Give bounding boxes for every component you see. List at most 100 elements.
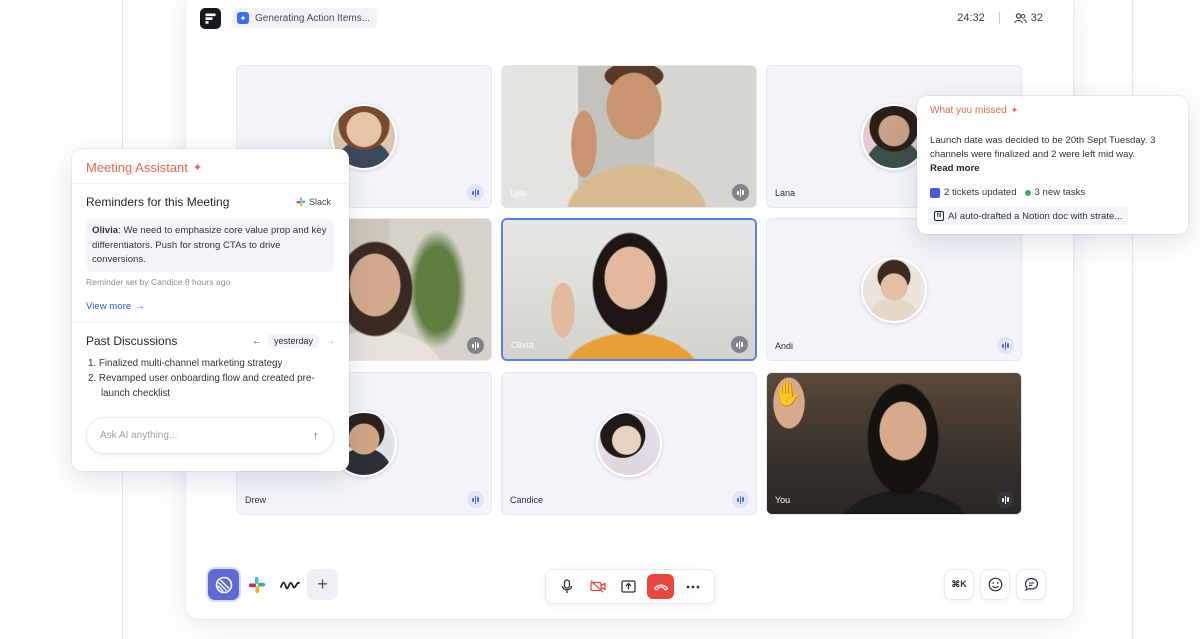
- smiley-icon: [988, 577, 1002, 592]
- mic-activity-icon: [732, 491, 749, 508]
- reminder-author: Olivia: [92, 225, 119, 236]
- linear-icon: [215, 576, 232, 593]
- participants-icon: [1014, 12, 1027, 23]
- more-options-button[interactable]: [680, 574, 705, 599]
- add-integration-button[interactable]: +: [307, 569, 338, 600]
- missed-stats: 2 tickets updated 3 new tasks: [930, 187, 1085, 198]
- waveform-icon: [279, 581, 300, 589]
- sparkle-icon: ✦: [1010, 105, 1019, 115]
- chat-button[interactable]: [1016, 569, 1046, 600]
- period-switcher: ← yesterday →: [252, 334, 335, 348]
- notion-label: AI auto-drafted a Notion doc with strate…: [948, 210, 1123, 222]
- linear-app-button[interactable]: [208, 569, 239, 600]
- missed-title-label: What you missed: [930, 105, 1007, 116]
- slack-icon: [248, 576, 265, 593]
- list-item: 1. Finalized multi-channel marketing str…: [88, 358, 283, 369]
- tickets-stat[interactable]: 2 tickets updated: [930, 187, 1017, 198]
- meeting-topbar: ✦ Generating Action Items... 24:32 32: [200, 7, 1043, 29]
- past-discussions-title: Past Discussions: [86, 334, 178, 348]
- video-feed: [502, 66, 756, 207]
- logo-icon: [205, 13, 216, 24]
- arrow-right-icon: →: [135, 301, 145, 312]
- mic-activity-icon: [732, 184, 749, 201]
- reminder-text: : We need to emphasize core value prop a…: [92, 225, 327, 265]
- participant-tile[interactable]: Andi: [766, 218, 1022, 361]
- participant-tile-active-speaker[interactable]: Olivia: [501, 218, 757, 361]
- reminder-meta: Reminder set by Candice 8 hours ago: [86, 277, 231, 287]
- utility-controls: ⌘K: [944, 569, 1046, 600]
- participant-tile[interactable]: Lyle: [501, 65, 757, 208]
- microphone-button[interactable]: [555, 574, 580, 599]
- participants-count-value: 32: [1030, 12, 1043, 24]
- command-palette-button[interactable]: ⌘K: [944, 569, 974, 600]
- video-feed: [503, 220, 755, 359]
- arrow-left-icon[interactable]: ←: [252, 336, 262, 347]
- reactions-button[interactable]: [980, 569, 1010, 600]
- view-more-link[interactable]: View more →: [86, 301, 145, 312]
- mic-activity-icon: [467, 337, 484, 354]
- call-controls: [545, 569, 715, 604]
- tasks-label: 3 new tasks: [1034, 187, 1086, 198]
- participant-name: Candice: [510, 495, 544, 505]
- mic-activity-icon: [731, 336, 748, 353]
- slack-label: Slack: [308, 197, 331, 207]
- ai-status-chip[interactable]: ✦ Generating Action Items...: [232, 8, 378, 28]
- slack-app-button[interactable]: [241, 569, 272, 600]
- participant-tile[interactable]: Candice: [501, 372, 757, 515]
- app-logo[interactable]: [200, 7, 221, 29]
- meeting-timer: 24:32: [957, 12, 985, 24]
- notion-icon: N: [934, 211, 944, 221]
- wave-hand-icon: ✋: [773, 381, 803, 408]
- sparkle-icon: ✦: [192, 162, 203, 174]
- what-you-missed-card: What you missed ✦ Launch date was decide…: [917, 96, 1188, 234]
- arrow-right-icon[interactable]: →: [325, 336, 335, 347]
- assistant-title-label: Meeting Assistant: [86, 160, 188, 175]
- participants-count[interactable]: 32: [1014, 12, 1043, 24]
- avatar: [596, 410, 662, 477]
- send-arrow-up-icon[interactable]: ↑: [306, 426, 325, 445]
- assistant-title: Meeting Assistant ✦: [86, 160, 202, 175]
- divider: [72, 322, 349, 323]
- ticket-icon: [930, 187, 940, 198]
- participant-name: Lana: [775, 188, 796, 198]
- tasks-stat[interactable]: 3 new tasks: [1024, 187, 1086, 198]
- reminders-title: Reminders for this Meeting: [86, 195, 230, 209]
- integrations-bar: +: [208, 569, 338, 600]
- meeting-meta: 24:32 32: [957, 12, 1043, 24]
- participant-name: Drew: [245, 495, 267, 505]
- period-label: yesterday: [267, 334, 319, 348]
- phone-hangup-icon: [653, 584, 668, 591]
- reminder-card: Olivia: We need to emphasize core value …: [86, 219, 334, 272]
- end-call-button[interactable]: [647, 574, 675, 599]
- sparkle-icon: ✦: [237, 12, 249, 24]
- video-grid: Lyle Lana Olivia Andi Drew Candice ✋ You: [236, 65, 1023, 517]
- mic-activity-icon: [467, 184, 484, 201]
- more-dots-icon: [686, 585, 699, 588]
- chat-bubble-icon: [1024, 577, 1038, 592]
- video-feed: [767, 373, 1021, 514]
- camera-off-button[interactable]: [586, 574, 611, 599]
- share-screen-button[interactable]: [616, 574, 641, 599]
- participant-name: Olivia: [511, 340, 534, 350]
- notion-doc-chip[interactable]: N AI auto-drafted a Notion doc with stra…: [928, 207, 1129, 225]
- mic-activity-icon: [997, 491, 1014, 508]
- tickets-label: 2 tickets updated: [944, 187, 1017, 198]
- mic-activity-icon: [997, 337, 1014, 354]
- participant-name: Andi: [775, 341, 794, 351]
- ask-ai-input[interactable]: [100, 418, 290, 453]
- camera-off-icon: [590, 580, 606, 593]
- slack-icon: [296, 197, 306, 207]
- read-more-link[interactable]: Read more: [930, 163, 980, 174]
- mic-activity-icon: [467, 491, 484, 508]
- missed-summary: Launch date was decided to be 20th Sept …: [930, 135, 1156, 160]
- ask-ai-box: ↑: [86, 417, 334, 454]
- view-more-label: View more: [86, 301, 132, 312]
- microphone-icon: [562, 579, 573, 593]
- status-dot-icon: [1024, 189, 1031, 196]
- slack-badge: Slack: [296, 197, 331, 207]
- missed-title: What you missed ✦: [930, 105, 1018, 116]
- waveform-app-button[interactable]: [274, 569, 305, 600]
- participant-name: You: [775, 495, 791, 505]
- participant-name: Lyle: [510, 188, 527, 198]
- participant-tile-self[interactable]: ✋ You: [766, 372, 1022, 515]
